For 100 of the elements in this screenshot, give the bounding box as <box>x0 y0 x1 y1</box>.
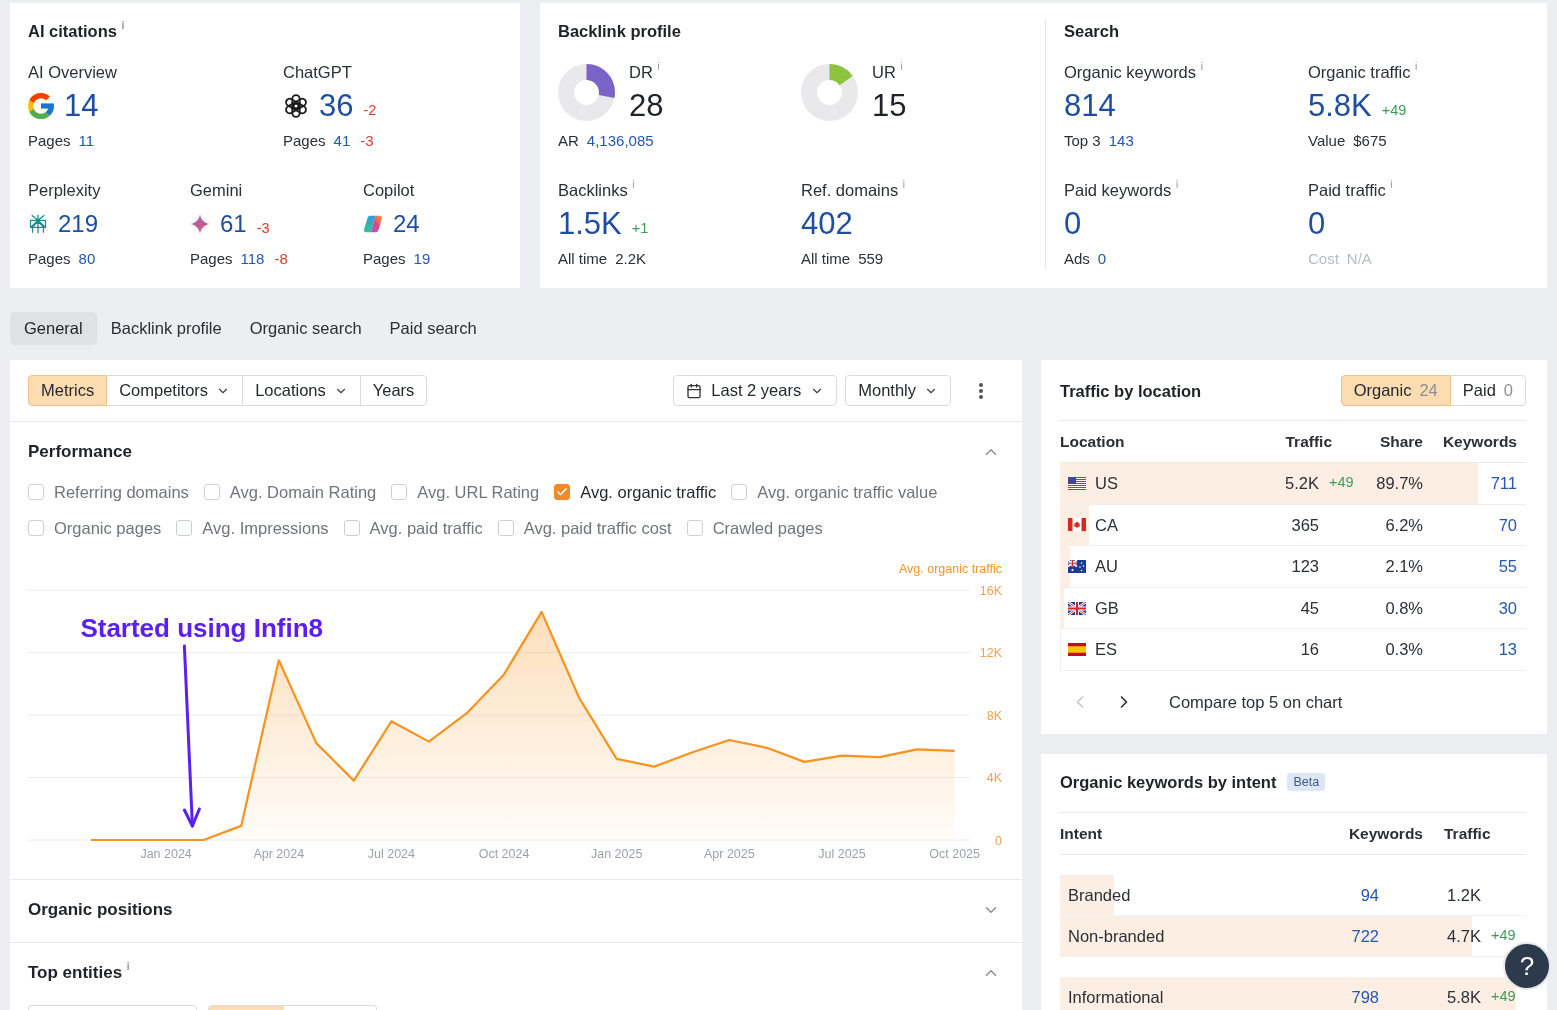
metric-value: 2.2K <box>615 249 647 269</box>
checkbox[interactable] <box>731 484 748 500</box>
checkbox-label[interactable]: Avg. organic traffic <box>580 479 717 505</box>
metric-value: 1.5K <box>558 205 622 243</box>
tab[interactable]: Backlink profile <box>96 312 236 345</box>
table-cell-text: 45 <box>1299 597 1319 619</box>
section-title: Top entities $^{i}$ <box>28 961 130 984</box>
section-title: Performance <box>28 441 132 463</box>
filter-tab[interactable]: Competitors <box>106 375 244 406</box>
checkbox-label[interactable]: Avg. organic traffic value <box>757 479 938 505</box>
metric-title: Gemini <box>190 180 244 201</box>
tab[interactable]: Organic search <box>235 312 376 345</box>
checkbox-label[interactable]: Organic pages <box>54 515 162 541</box>
keywords-link[interactable]: 94 <box>1299 882 1379 908</box>
change-value: +49 <box>1381 101 1407 121</box>
filter-tab[interactable]: Years <box>359 375 428 406</box>
metric-value: 814 <box>1064 87 1116 125</box>
axis-label: Jul 2025 <box>818 847 866 861</box>
metric-link[interactable]: 80 <box>78 249 96 269</box>
checkbox[interactable] <box>28 520 44 536</box>
card-title: AI citations $^{i}$ <box>28 19 126 42</box>
metric-label: Cost <box>1308 249 1339 269</box>
metric-title: Copilot <box>363 180 416 201</box>
checkbox-label[interactable]: Crawled pages <box>712 515 823 541</box>
keywords-link[interactable]: 798 <box>1299 984 1379 1010</box>
metric-title: Ref. domains $^{i}$ <box>801 179 907 201</box>
toggle-tab[interactable]: Organic 24 <box>1340 375 1451 406</box>
metric-link[interactable]: 143 <box>1108 131 1134 151</box>
interval-dropdown[interactable]: Monthly <box>845 375 951 406</box>
checkbox-label[interactable]: Avg. paid traffic <box>369 515 483 541</box>
metric-link[interactable]: 118 <box>240 249 265 269</box>
axis-label: Jul 2024 <box>367 847 416 861</box>
metric-value: 0 <box>1308 205 1326 243</box>
change-value: +49 <box>1329 473 1354 493</box>
checkbox[interactable] <box>497 520 514 536</box>
metric-title: Perplexity <box>28 180 102 201</box>
checkbox[interactable] <box>203 484 220 500</box>
card-title: Search <box>1064 21 1121 42</box>
keywords-link[interactable]: 30 <box>1423 595 1517 621</box>
metric-link[interactable]: 0 <box>1097 249 1107 269</box>
metric-title: DR $^{i}$ <box>629 61 661 83</box>
keywords-link[interactable]: 711 <box>1423 470 1517 496</box>
beta-badge: Beta <box>1287 772 1326 791</box>
flag-icon <box>1068 560 1086 573</box>
letter-g-icon <box>28 93 54 119</box>
table-cell-text: 2.1% <box>1384 556 1423 578</box>
metric-value: 14 <box>64 87 99 125</box>
filter-tab[interactable]: Metrics <box>28 375 108 406</box>
tab[interactable]: General <box>10 312 97 345</box>
checkbox-label[interactable]: Avg. paid traffic cost <box>523 515 672 541</box>
checkbox-label[interactable]: Referring domains <box>54 479 189 505</box>
checkbox-label[interactable]: Avg. Impressions <box>202 515 329 541</box>
check-icon <box>556 486 569 498</box>
change-value: -8 <box>274 249 288 269</box>
axis-label: Apr 2024 <box>253 847 305 861</box>
table-cell-text: 5.8K <box>1447 986 1481 1008</box>
more-icon <box>979 382 983 399</box>
metric-label: Pages <box>283 131 326 151</box>
keywords-link[interactable]: 722 <box>1299 923 1379 949</box>
country-code: AU <box>1095 556 1118 578</box>
checkbox[interactable] <box>28 484 44 500</box>
change-value: +49 <box>1490 987 1516 1007</box>
table-cell-text: 89.7% <box>1375 472 1423 494</box>
metric-link[interactable]: 19 <box>413 249 431 269</box>
tab[interactable]: Paid search <box>375 312 491 345</box>
toggle-tab[interactable]: Paid 0 <box>1449 375 1526 406</box>
table-cell-text: 5.2K <box>1284 472 1319 494</box>
checkbox-label[interactable]: Avg. URL Rating <box>417 479 540 505</box>
metric-value: 24 <box>393 209 420 239</box>
metric-link[interactable]: 11 <box>78 131 95 151</box>
metric-value: 36 <box>319 87 354 125</box>
change-value: -2 <box>363 101 377 121</box>
change-value: +1 <box>631 219 649 239</box>
column-header: Keywords <box>1441 431 1517 452</box>
checkbox[interactable] <box>343 520 360 536</box>
checkbox[interactable] <box>554 484 571 500</box>
keywords-link[interactable]: 55 <box>1423 554 1517 579</box>
checkbox-label[interactable]: Avg. Domain Rating <box>229 479 377 505</box>
column-header: Traffic <box>1284 431 1332 452</box>
filter-tab[interactable]: Locations <box>242 375 361 406</box>
change-value: -3 <box>360 131 374 151</box>
keywords-link[interactable]: 70 <box>1423 512 1517 538</box>
metric-value: $675 <box>1353 131 1387 151</box>
checkbox[interactable] <box>391 484 408 500</box>
legend-label: Avg. organic traffic <box>898 561 1002 577</box>
card-title: Backlink profile <box>558 21 682 42</box>
date-range-dropdown[interactable]: Last 2 years <box>673 375 838 406</box>
flag-icon <box>1068 601 1086 615</box>
metric-link[interactable]: 41 <box>333 131 351 151</box>
column-header: Location <box>1060 431 1126 452</box>
keywords-link[interactable]: 13 <box>1423 637 1517 663</box>
checkbox[interactable] <box>686 520 703 536</box>
column-header: Keywords <box>1347 823 1423 844</box>
metric-value: 0 <box>1064 205 1082 243</box>
compare-link[interactable]: Compare top 5 on chart <box>1169 690 1343 715</box>
checkbox[interactable] <box>176 520 193 536</box>
table-cell-text: 4.7K <box>1447 925 1481 947</box>
table-cell-text: 16 <box>1299 639 1319 661</box>
metric-link[interactable]: 4,136,085 <box>586 131 654 151</box>
section-title: Organic positions <box>28 899 173 921</box>
